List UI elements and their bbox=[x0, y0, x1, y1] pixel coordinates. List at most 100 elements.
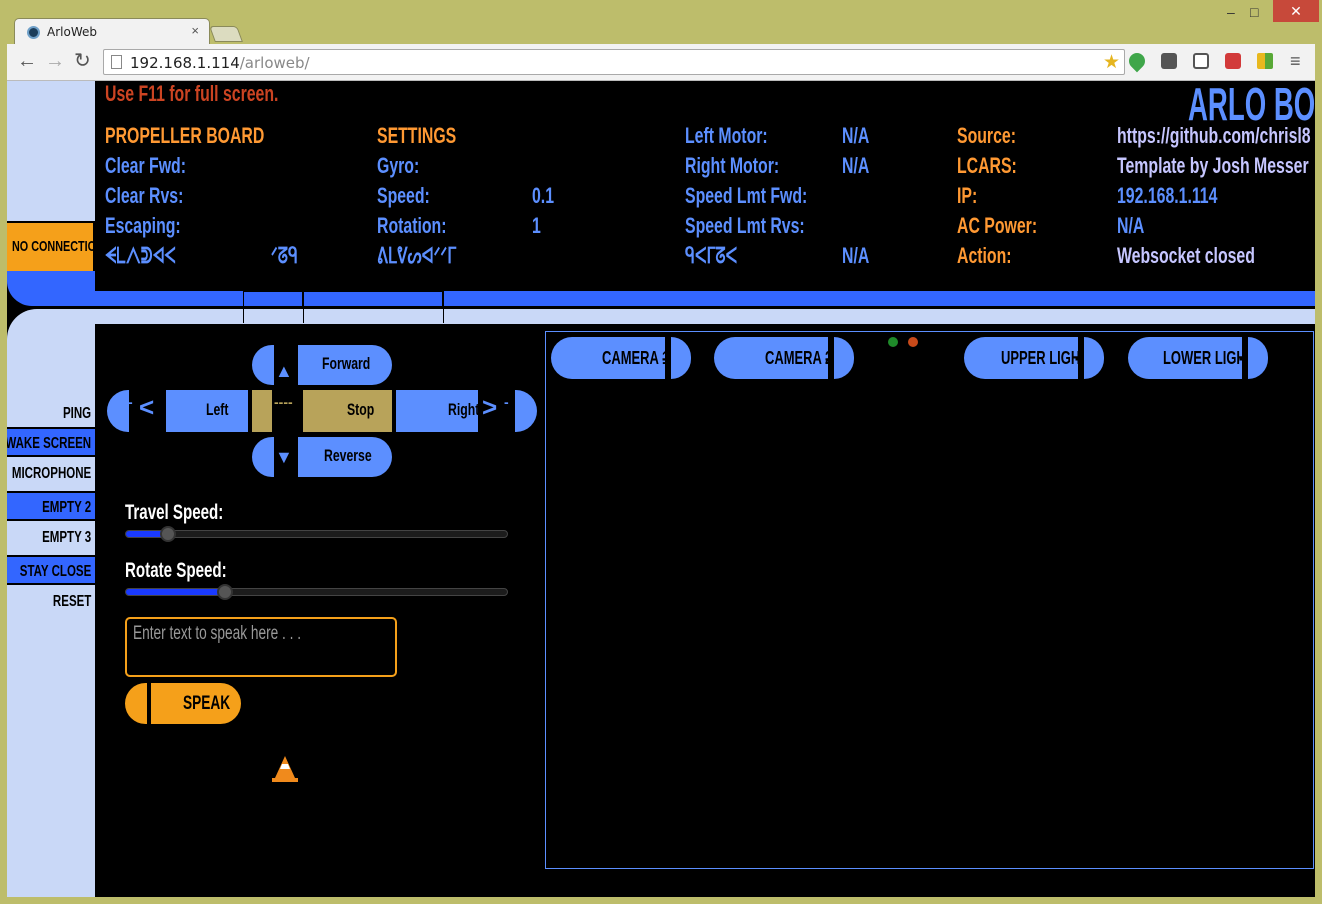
settings-heading: SETTINGS bbox=[377, 123, 457, 148]
right-motor-value: N/A bbox=[842, 153, 870, 178]
tab-title: ArloWeb bbox=[47, 25, 97, 39]
glyph-text-d: ᑫᐸᒥᘔᐸ bbox=[685, 243, 738, 268]
sidebar-item-empty-3[interactable]: EMPTY 3 bbox=[7, 523, 95, 553]
speak-placeholder: Enter text to speak here . . . bbox=[133, 623, 302, 644]
sidebar-item-microphone[interactable]: MICROPHONE bbox=[7, 459, 95, 489]
video-panel bbox=[545, 331, 1314, 869]
green-indicator-icon bbox=[888, 337, 898, 347]
left-button-label: Left bbox=[206, 400, 229, 419]
rotate-speed-thumb[interactable] bbox=[217, 584, 234, 600]
elbow-bottom-curve bbox=[95, 324, 155, 354]
left-dash: - bbox=[128, 394, 133, 410]
lastpass-icon[interactable] bbox=[1225, 53, 1241, 69]
source-link[interactable]: https://github.com/chrisl8 bbox=[1117, 123, 1311, 149]
camera-1-dash: - bbox=[662, 348, 667, 368]
pocket-icon[interactable] bbox=[1193, 53, 1209, 69]
reverse-left-cap bbox=[252, 437, 274, 477]
ac-power-value: N/A bbox=[1117, 213, 1145, 238]
fullscreen-hint: Use F11 for full screen. bbox=[105, 81, 279, 106]
rotate-speed-label: Rotate Speed: bbox=[125, 559, 227, 582]
right-dash: - bbox=[504, 394, 509, 410]
gyro-label: Gyro: bbox=[377, 153, 420, 178]
sidebar-item-label: EMPTY 3 bbox=[41, 529, 91, 546]
glyph-text-c: ᕕᒪᕓᔕᐊᐟᐟᒥ bbox=[377, 243, 457, 268]
ip-value: 192.168.1.114 bbox=[1117, 183, 1218, 208]
tab-close-icon[interactable]: × bbox=[191, 23, 199, 38]
evernote-leaf-icon[interactable] bbox=[1125, 49, 1149, 73]
clear-fwd-label: Clear Fwd: bbox=[105, 153, 186, 178]
propeller-heading: PROPELLER BOARD bbox=[105, 123, 265, 148]
up-arrow-icon: ▲ bbox=[275, 361, 293, 381]
sidebar-item-wake-screen[interactable]: WAKE SCREEN bbox=[7, 427, 95, 457]
forward-button[interactable]: Forward bbox=[298, 345, 392, 385]
glyph-text-b: ᐟᘔᑫ bbox=[271, 243, 298, 268]
speak-button-label: SPEAK bbox=[183, 693, 231, 714]
ac-power-label: AC Power: bbox=[957, 213, 1038, 238]
sidebar-item-label: WAKE SCREEN bbox=[7, 435, 91, 452]
url-text[interactable]: 192.168.1.114/arloweb/ bbox=[130, 54, 310, 72]
speed-limit-rvs-label: Speed Lmt Rvs: bbox=[685, 213, 805, 238]
tab-arloweb[interactable]: ArloWeb × bbox=[14, 18, 210, 45]
forward-icon[interactable]: → bbox=[45, 51, 65, 71]
rotate-speed-slider[interactable] bbox=[125, 584, 508, 600]
new-tab-button[interactable] bbox=[209, 26, 243, 42]
page-icon bbox=[111, 55, 122, 69]
sidebar-item-reset[interactable]: RESET bbox=[7, 587, 95, 617]
elephant-extension-icon[interactable] bbox=[1161, 53, 1177, 69]
action-label: Action: bbox=[957, 243, 1012, 268]
title-bar: ArloWeb × – □ ✕ bbox=[0, 0, 1322, 45]
stop-dashes: ---- bbox=[274, 394, 293, 410]
browser-toolbar: ← → ↻ 192.168.1.114/arloweb/ ★ ≡ bbox=[7, 44, 1315, 81]
rotation-value: 1 bbox=[532, 213, 541, 238]
glyph-text-a: ᗕᒪᐱᕲᐊᐸ bbox=[105, 243, 176, 268]
window-close-button[interactable]: ✕ bbox=[1273, 0, 1319, 22]
speed-value: 0.1 bbox=[532, 183, 555, 208]
connection-status-text: NO CONNECTION bbox=[12, 238, 104, 255]
upper-light-dash: - bbox=[1075, 348, 1080, 368]
elbow-top-curve bbox=[95, 271, 155, 291]
down-arrow-icon: ▼ bbox=[275, 447, 293, 467]
segment-divider-3 bbox=[443, 289, 444, 323]
maximize-button[interactable]: □ bbox=[1250, 4, 1258, 20]
stop-button-label: Stop bbox=[347, 400, 375, 419]
camera-2-label: CAMERA 2 bbox=[765, 348, 833, 368]
reverse-button[interactable]: Reverse bbox=[298, 437, 392, 477]
right-button[interactable]: Right bbox=[396, 390, 479, 432]
segment-divider-2 bbox=[303, 289, 304, 323]
sidebar-item-ping[interactable]: PING bbox=[7, 399, 95, 429]
travel-speed-thumb[interactable] bbox=[159, 526, 176, 542]
speed-label: Speed: bbox=[377, 183, 430, 208]
stop-button[interactable]: Stop bbox=[303, 390, 392, 432]
speak-textarea[interactable]: Enter text to speak here . . . bbox=[125, 617, 397, 677]
sidebar-item-label: STAY CLOSE bbox=[19, 563, 91, 580]
extension-icon[interactable] bbox=[1257, 53, 1273, 69]
elbow-bottom-horizontal bbox=[95, 309, 1315, 324]
orange-indicator-icon bbox=[908, 337, 918, 347]
address-bar[interactable]: 192.168.1.114/arloweb/ ★ bbox=[103, 49, 1125, 75]
segment-bar bbox=[243, 291, 1315, 323]
minimize-button[interactable]: – bbox=[1227, 4, 1235, 20]
travel-speed-slider[interactable] bbox=[125, 526, 508, 542]
arloweb-favicon-icon bbox=[27, 26, 40, 39]
sidebar-item-stay-close[interactable]: STAY CLOSE bbox=[7, 555, 95, 585]
connection-status: NO CONNECTION bbox=[7, 223, 104, 271]
reload-icon[interactable]: ↻ bbox=[74, 51, 91, 71]
lcars-credit: Template by Josh Messer bbox=[1117, 153, 1309, 178]
bookmark-star-icon[interactable]: ★ bbox=[1103, 51, 1120, 74]
camera-2-dash: - bbox=[825, 348, 830, 368]
stop-left-block bbox=[252, 390, 272, 432]
travel-speed-label: Travel Speed: bbox=[125, 501, 224, 524]
menu-icon[interactable]: ≡ bbox=[1290, 51, 1301, 71]
back-icon[interactable]: ← bbox=[17, 51, 37, 71]
left-button[interactable]: Left bbox=[166, 390, 248, 432]
speak-button[interactable]: SPEAK bbox=[125, 683, 241, 724]
right-end-cap bbox=[515, 390, 537, 432]
forward-button-label: Forward bbox=[322, 354, 371, 373]
segment-divider-1 bbox=[243, 289, 244, 323]
vlc-cone-icon[interactable] bbox=[271, 754, 299, 784]
sidebar-item-empty-2[interactable]: EMPTY 2 bbox=[7, 491, 95, 521]
glyph-value: N/A bbox=[842, 243, 870, 268]
lcars-page: Use F11 for full screen. ARLO BOT PROPEL… bbox=[7, 81, 1315, 897]
right-motor-label: Right Motor: bbox=[685, 153, 780, 178]
rotate-speed-fill bbox=[126, 589, 226, 595]
